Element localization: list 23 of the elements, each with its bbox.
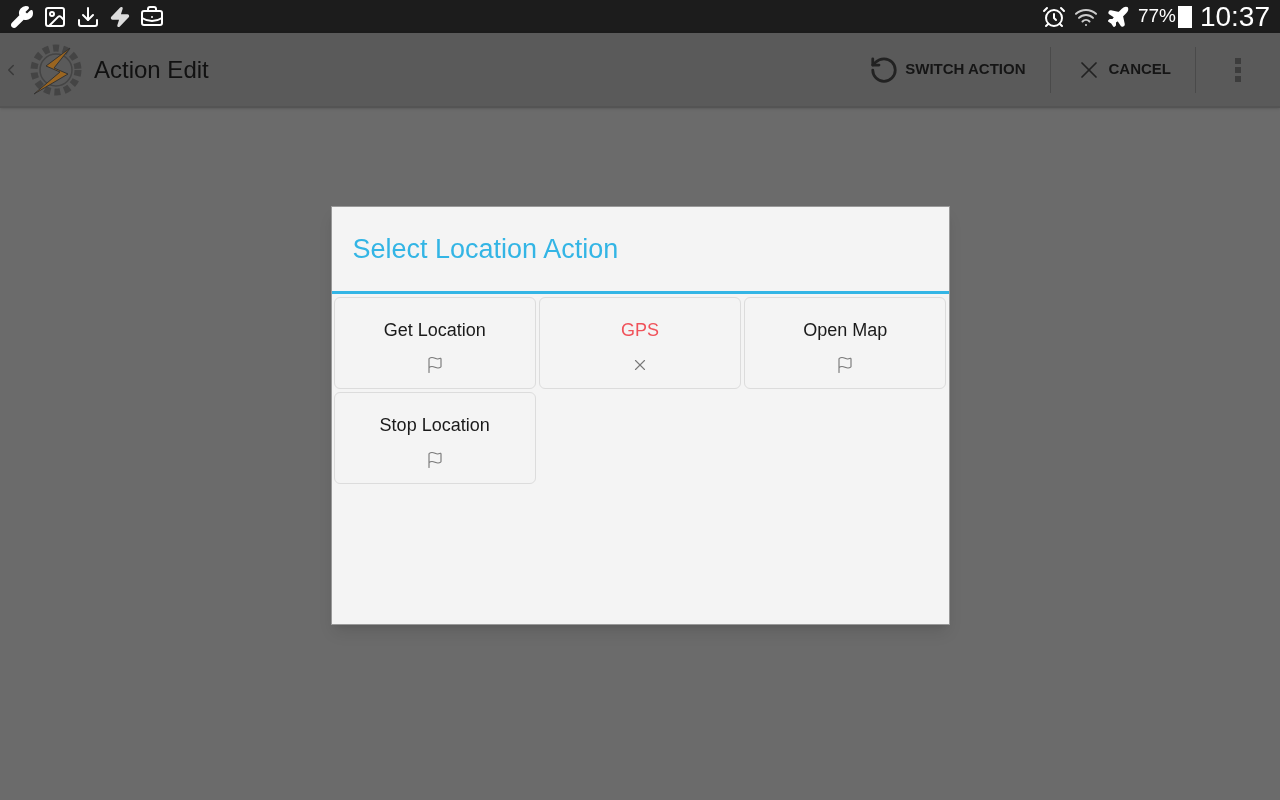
dialog-title: Select Location Action xyxy=(352,232,619,266)
action-tile[interactable]: Open Map xyxy=(744,297,947,389)
wrench-icon xyxy=(10,4,34,29)
clock-time: 10:37 xyxy=(1199,2,1270,31)
action-label: Open Map xyxy=(803,319,888,342)
flag-icon xyxy=(425,356,444,374)
action-tile[interactable]: Get Location xyxy=(333,297,536,389)
battery-icon xyxy=(1177,5,1192,28)
screen-title: Action Edit xyxy=(94,54,209,85)
alarm-icon xyxy=(1041,4,1066,29)
action-label: Get Location xyxy=(383,319,486,342)
flag-icon xyxy=(836,356,855,374)
lightning-icon xyxy=(109,5,131,28)
image-icon xyxy=(43,4,67,29)
undo-icon xyxy=(869,54,900,85)
download-icon xyxy=(76,4,100,29)
action-label: GPS xyxy=(621,319,659,342)
airplane-icon xyxy=(1105,4,1130,29)
briefcase-icon xyxy=(140,4,164,29)
battery-percent: 77% xyxy=(1137,4,1176,29)
flag-icon xyxy=(425,451,444,469)
action-label: Stop Location xyxy=(379,414,490,437)
action-tile[interactable]: Stop Location xyxy=(333,392,536,484)
